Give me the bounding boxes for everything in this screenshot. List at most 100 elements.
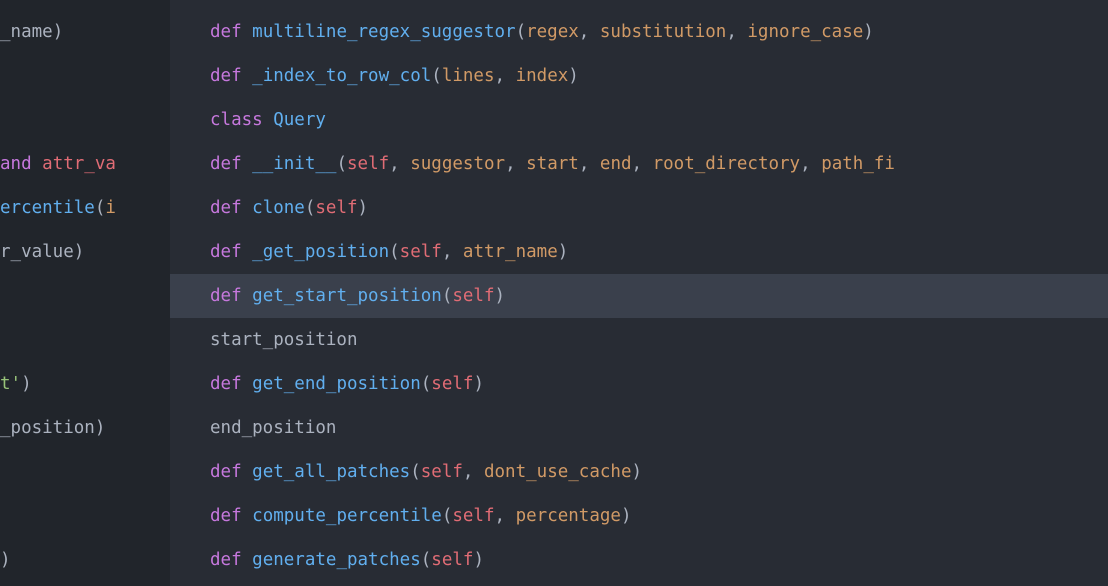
editor-line: _name) — [0, 10, 170, 54]
token-punc: ) — [358, 198, 369, 218]
token-param: attr_name — [463, 242, 558, 262]
token-kw: def — [210, 242, 252, 262]
token-kw: class — [210, 110, 273, 130]
token-punc: ( — [442, 506, 453, 526]
editor-line: _position) — [0, 406, 170, 450]
token-punc: ) — [632, 462, 643, 482]
token-param: start — [526, 154, 579, 174]
outline-item[interactable]: def _index_to_row_col(lines, index) — [170, 54, 1108, 98]
outline-item[interactable]: def compute_percentile(self, percentage) — [170, 494, 1108, 538]
token-punc: ) — [0, 550, 11, 570]
token-self: self — [431, 550, 473, 570]
token-kw: def — [210, 286, 252, 306]
token-punc: , — [389, 154, 410, 174]
token-punc: ( — [431, 66, 442, 86]
token-punc: ( — [410, 462, 421, 482]
token-self: self — [452, 506, 494, 526]
token-param: index — [516, 66, 569, 86]
token-punc: ( — [516, 22, 527, 42]
token-param: regex — [526, 22, 579, 42]
token-punc: ) — [95, 418, 106, 438]
token-punc: ( — [442, 286, 453, 306]
token-punc: , — [632, 154, 653, 174]
token-param: path_fi — [821, 154, 895, 174]
token-punc: ) — [473, 550, 484, 570]
token-param: suggestor — [410, 154, 505, 174]
editor-line — [0, 274, 170, 318]
token-punc: ( — [305, 198, 316, 218]
outline-item[interactable]: end_position — [170, 406, 1108, 450]
token-param: dont_use_cache — [484, 462, 632, 482]
token-punc: , — [800, 154, 821, 174]
token-ident: _name — [0, 22, 53, 42]
token-kw: def — [210, 66, 252, 86]
token-self: self — [421, 462, 463, 482]
editor-line: ercentile(i — [0, 186, 170, 230]
token-punc: , — [726, 22, 747, 42]
outline-item[interactable]: def get_all_patches(self, dont_use_cache… — [170, 450, 1108, 494]
token-fn: clone — [252, 198, 305, 218]
token-ident: end_position — [210, 418, 336, 438]
token-ident: r_value — [0, 242, 74, 262]
token-fn: _index_to_row_col — [252, 66, 431, 86]
token-punc: ) — [495, 286, 506, 306]
token-punc: ) — [473, 374, 484, 394]
editor-line: t') — [0, 362, 170, 406]
outline-item[interactable]: def clone(self) — [170, 186, 1108, 230]
token-kw: def — [210, 22, 252, 42]
token-attrred: attr_va — [42, 154, 116, 174]
token-punc: , — [579, 22, 600, 42]
token-punc: , — [463, 462, 484, 482]
token-punc: , — [495, 66, 516, 86]
editor-line: r_value) — [0, 230, 170, 274]
outline-item[interactable]: def _get_position(self, attr_name) — [170, 230, 1108, 274]
code-outline-panel[interactable]: def multiline_regex_suggestor(regex, sub… — [170, 0, 1108, 586]
token-kw: def — [210, 198, 252, 218]
token-self: self — [452, 286, 494, 306]
token-fn: get_end_position — [252, 374, 421, 394]
editor-left-fragment: _name)and attr_vaercentile(ir_value)t')_… — [0, 0, 170, 586]
outline-item[interactable]: start_position — [170, 318, 1108, 362]
editor-line — [0, 494, 170, 538]
token-punc: ) — [74, 242, 85, 262]
token-kw: def — [210, 506, 252, 526]
token-ident: start_position — [210, 330, 358, 350]
token-punc: ) — [558, 242, 569, 262]
editor-line — [0, 318, 170, 362]
token-kw: def — [210, 462, 252, 482]
outline-item[interactable]: def get_start_position(self) — [170, 274, 1108, 318]
token-kw: def — [210, 550, 252, 570]
token-self: self — [315, 198, 357, 218]
token-fn: compute_percentile — [252, 506, 442, 526]
editor-line — [0, 54, 170, 98]
token-punc: ) — [621, 506, 632, 526]
workspace: _name)and attr_vaercentile(ir_value)t')_… — [0, 0, 1108, 586]
outline-item[interactable]: def generate_patches(self) — [170, 538, 1108, 582]
token-punc: , — [442, 242, 463, 262]
token-punc: , — [505, 154, 526, 174]
token-punc: ( — [421, 374, 432, 394]
token-self: self — [400, 242, 442, 262]
token-str: t' — [0, 374, 21, 394]
token-punc: ( — [95, 198, 106, 218]
token-param: root_directory — [653, 154, 801, 174]
token-punc: ( — [389, 242, 400, 262]
token-fn: get_all_patches — [252, 462, 410, 482]
token-param: percentage — [516, 506, 621, 526]
token-param: substitution — [600, 22, 726, 42]
token-punc: ) — [863, 22, 874, 42]
token-param: end — [600, 154, 632, 174]
token-fn: multiline_regex_suggestor — [252, 22, 515, 42]
token-cls: Query — [273, 110, 326, 130]
token-self: self — [431, 374, 473, 394]
token-ident: _position — [0, 418, 95, 438]
outline-item[interactable]: class Query — [170, 98, 1108, 142]
outline-item[interactable]: def get_end_position(self) — [170, 362, 1108, 406]
outline-item[interactable]: def multiline_regex_suggestor(regex, sub… — [170, 10, 1108, 54]
outline-item[interactable]: def __init__(self, suggestor, start, end… — [170, 142, 1108, 186]
token-kw: and — [0, 154, 42, 174]
token-punc: , — [495, 506, 516, 526]
editor-line — [0, 450, 170, 494]
token-fn: get_start_position — [252, 286, 442, 306]
token-fn: ercentile — [0, 198, 95, 218]
